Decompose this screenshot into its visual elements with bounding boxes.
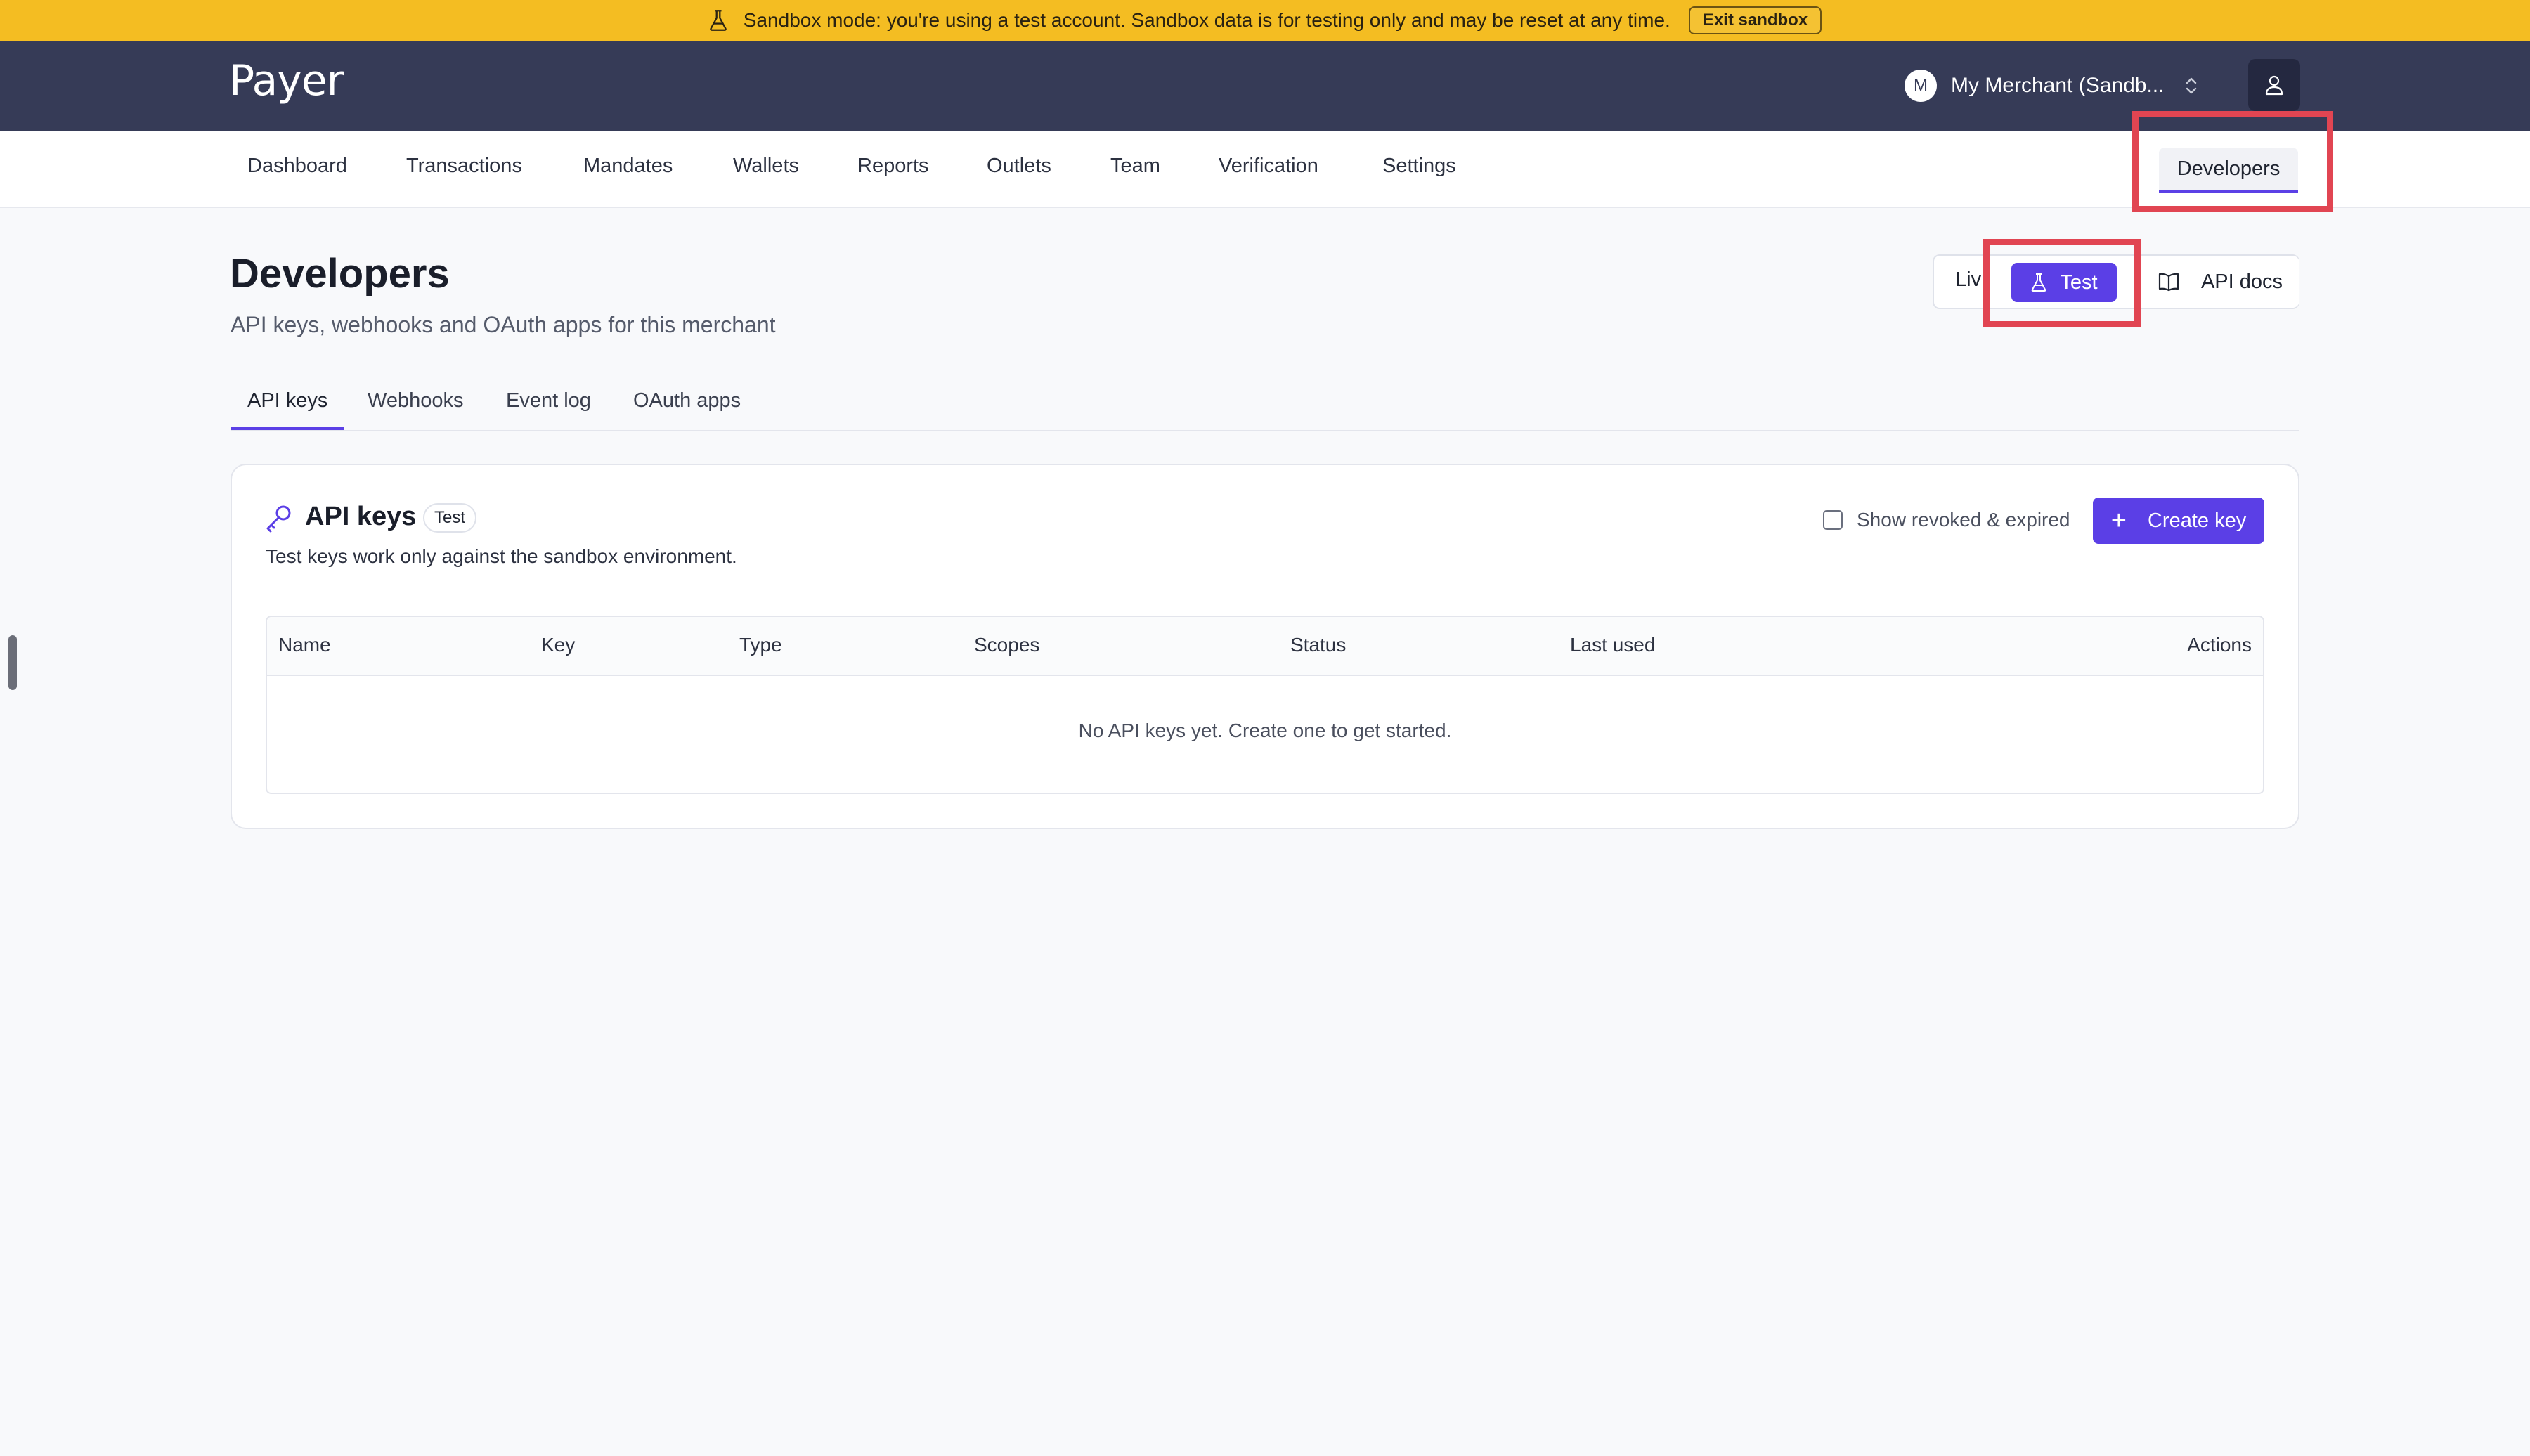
user-icon xyxy=(2265,75,2283,96)
column-header-actions: Actions xyxy=(2187,634,2252,656)
top-header: Payer M My Merchant (Sandb... xyxy=(0,41,2530,131)
merchant-avatar: M xyxy=(1905,70,1937,102)
column-header-status[interactable]: Status xyxy=(1290,634,1346,656)
tab-api-keys[interactable]: API keys xyxy=(247,389,327,412)
show-revoked-toggle[interactable]: Show revoked & expired xyxy=(1823,509,2070,531)
column-header-scopes[interactable]: Scopes xyxy=(974,634,1039,656)
plus-icon: + xyxy=(2110,506,2127,535)
column-header-last-used[interactable]: Last used xyxy=(1570,634,1655,656)
column-header-name[interactable]: Name xyxy=(278,634,331,656)
flask-icon xyxy=(709,10,727,31)
scrollbar-thumb[interactable] xyxy=(8,635,17,690)
flask-icon xyxy=(2032,273,2046,292)
payer-logo[interactable]: Payer xyxy=(229,56,344,105)
tab-webhooks[interactable]: Webhooks xyxy=(368,389,464,412)
empty-state-message: No API keys yet. Create one to get start… xyxy=(1078,720,1452,741)
create-key-label: Create key xyxy=(2147,509,2247,532)
mode-test-label: Test xyxy=(2060,271,2098,294)
nav-item-reports[interactable]: Reports xyxy=(857,155,929,178)
nav-item-wallets[interactable]: Wallets xyxy=(733,155,799,178)
merchant-name: My Merchant (Sandb... xyxy=(1951,74,2165,97)
nav-item-transactions[interactable]: Transactions xyxy=(406,155,522,178)
card-description: Test keys work only against the sandbox … xyxy=(266,545,737,567)
chevron-up-down-icon xyxy=(2186,77,2197,94)
app-window: Sandbox mode: you're using a test accoun… xyxy=(0,0,2530,1456)
key-icon xyxy=(266,505,291,533)
environment-badge: Test xyxy=(423,503,477,533)
nav-item-mandates[interactable]: Mandates xyxy=(583,155,673,178)
nav-item-team[interactable]: Team xyxy=(1110,155,1160,178)
exit-sandbox-button[interactable]: Exit sandbox xyxy=(1688,6,1822,34)
merchant-switcher[interactable]: M My Merchant (Sandb... xyxy=(1905,67,2199,104)
tab-event-log[interactable]: Event log xyxy=(506,389,591,412)
column-header-type[interactable]: Type xyxy=(739,634,782,656)
book-icon xyxy=(2158,273,2179,292)
column-header-key[interactable]: Key xyxy=(541,634,575,656)
mode-test-option[interactable]: Test xyxy=(2011,263,2117,302)
sandbox-banner: Sandbox mode: you're using a test accoun… xyxy=(0,0,2530,41)
page-subtitle: API keys, webhooks and OAuth apps for th… xyxy=(231,312,776,337)
nav-item-developers[interactable]: Developers xyxy=(2159,148,2298,193)
nav-item-settings[interactable]: Settings xyxy=(1382,155,1456,178)
show-revoked-checkbox[interactable] xyxy=(1823,510,1843,530)
card-title: API keys xyxy=(305,502,417,531)
developers-tabs: API keys Webhooks Event log OAuth apps xyxy=(231,379,2299,431)
nav-item-verification[interactable]: Verification xyxy=(1219,155,1318,178)
tab-oauth-apps[interactable]: OAuth apps xyxy=(633,389,741,412)
table-header: Name Key Type Scopes Status Last used Ac… xyxy=(267,617,2263,676)
show-revoked-label: Show revoked & expired xyxy=(1857,509,2070,531)
mode-live-option[interactable]: Liv xyxy=(1955,268,1981,292)
user-menu-button[interactable] xyxy=(2248,59,2300,111)
api-keys-table: Name Key Type Scopes Status Last used Ac… xyxy=(266,616,2264,794)
api-docs-label: API docs xyxy=(2200,270,2283,293)
create-key-button[interactable]: + Create key xyxy=(2093,498,2264,544)
sandbox-banner-text: Sandbox mode: you're using a test accoun… xyxy=(743,9,1671,31)
page-title: Developers xyxy=(230,251,450,297)
main-nav: Dashboard Transactions Mandates Wallets … xyxy=(0,131,2530,208)
nav-item-dashboard[interactable]: Dashboard xyxy=(247,155,347,178)
nav-item-outlets[interactable]: Outlets xyxy=(987,155,1051,178)
active-tab-indicator xyxy=(231,427,344,430)
api-docs-button[interactable]: API docs xyxy=(2139,256,2299,308)
